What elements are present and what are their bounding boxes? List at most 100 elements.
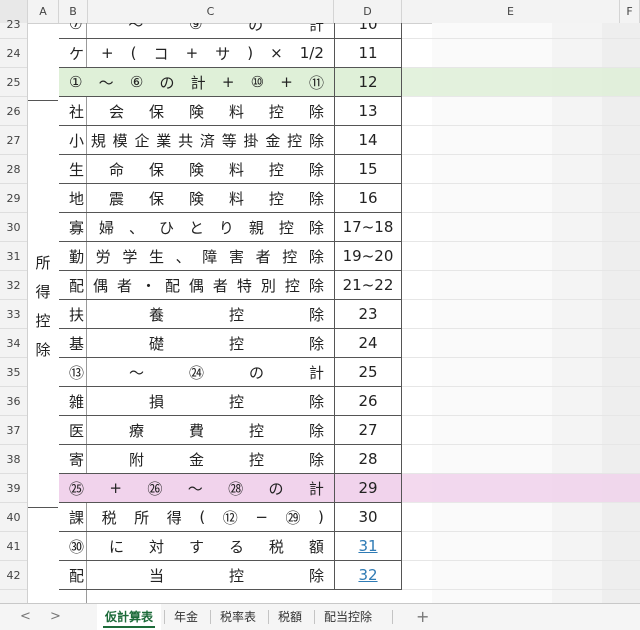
value-cell[interactable]: [402, 68, 640, 97]
value-cell[interactable]: [402, 445, 640, 474]
item-label-cell[interactable]: ⑦ 〜 ⑨ の 計: [59, 23, 334, 39]
item-label-cell[interactable]: 課税所得 (⑫ − ㉙): [59, 503, 334, 532]
item-label-cell[interactable]: 社会保険料控除: [59, 97, 334, 126]
ref-number-cell[interactable]: 10: [334, 23, 402, 39]
row-header[interactable]: 34: [0, 329, 27, 358]
item-label-cell[interactable]: 小規模企業共済等掛金控除: [59, 126, 334, 155]
value-cell[interactable]: [402, 213, 640, 242]
ref-number-cell[interactable]: 15: [334, 155, 402, 184]
column-header-c[interactable]: C: [88, 0, 334, 23]
value-cell[interactable]: [402, 184, 640, 213]
item-label-cell[interactable]: 勤労学生、障害者控除: [59, 242, 334, 271]
row-header[interactable]: 35: [0, 358, 27, 387]
value-cell[interactable]: [402, 39, 640, 68]
ref-number-cell[interactable]: 27: [334, 416, 402, 445]
ref-number-cell[interactable]: 28: [334, 445, 402, 474]
item-label-cell[interactable]: 雑損控除: [59, 387, 334, 416]
item-label-cell[interactable]: ⑬ 〜 ㉔ の 計: [59, 358, 334, 387]
item-label-cell[interactable]: 寄附金控除: [59, 445, 334, 474]
ref-number-cell[interactable]: 29: [334, 474, 402, 503]
row-header[interactable]: 33: [0, 300, 27, 329]
prev-sheet-button[interactable]: <: [20, 604, 31, 630]
row-header[interactable]: 26: [0, 97, 27, 126]
value-cell[interactable]: [402, 126, 640, 155]
row-header[interactable]: 32: [0, 271, 27, 300]
ref-number-link[interactable]: 31: [334, 532, 402, 561]
ref-number-cell[interactable]: 21~22: [334, 271, 402, 300]
value-cell[interactable]: [402, 97, 640, 126]
sheet-tab-provisional-calc[interactable]: 仮計算表: [97, 604, 162, 630]
ref-number-cell[interactable]: 17~18: [334, 213, 402, 242]
ref-number-cell[interactable]: 25: [334, 358, 402, 387]
sheet-tab-dividend-deduction[interactable]: 配当控除: [316, 604, 380, 630]
ref-number-cell[interactable]: 23: [334, 300, 402, 329]
row-header[interactable]: 24: [0, 39, 27, 68]
value-cell[interactable]: [402, 242, 640, 271]
next-sheet-button[interactable]: >: [50, 604, 61, 630]
value-cell[interactable]: [402, 155, 640, 184]
item-label-part: 除: [308, 421, 324, 440]
item-label-cell[interactable]: ① 〜 ⑥ の計 + ⑩ + ⑪: [59, 68, 334, 97]
item-label-part: 金: [265, 131, 281, 150]
item-label-cell[interactable]: ㉚ に 対 す る 税 額: [59, 532, 334, 561]
row-header[interactable]: 31: [0, 242, 27, 271]
sheet-grid[interactable]: ⑦ 〜 ⑨ の計 10 ケ +(コ + サ) × 1/2 11 ① 〜 ⑥ の計 + ⑩ + ⑪ 12 社会保険料控除 13…: [28, 23, 640, 603]
item-label-cell[interactable]: ケ + (コ + サ) × 1/2: [59, 39, 334, 68]
value-cell[interactable]: [402, 474, 640, 503]
value-cell[interactable]: [402, 271, 640, 300]
row-header[interactable]: 40: [0, 503, 27, 532]
value-cell[interactable]: [402, 416, 640, 445]
sheet-tab-pension[interactable]: 年金: [166, 604, 206, 630]
ref-number-cell[interactable]: 26: [334, 387, 402, 416]
row-header[interactable]: 42: [0, 561, 27, 590]
ref-number-cell[interactable]: 11: [334, 39, 402, 68]
item-label-part: 計: [308, 363, 324, 382]
ref-number-cell[interactable]: 30: [334, 503, 402, 532]
ref-number-cell[interactable]: 12: [334, 68, 402, 97]
column-header-b[interactable]: B: [59, 0, 88, 23]
item-label-cell[interactable]: 扶養控除: [59, 300, 334, 329]
column-header-e[interactable]: E: [402, 0, 620, 23]
item-label-cell[interactable]: 寡婦、ひとり親控除: [59, 213, 334, 242]
row-header[interactable]: 30: [0, 213, 27, 242]
row-header[interactable]: 38: [0, 445, 27, 474]
row-header[interactable]: 27: [0, 126, 27, 155]
ref-number-cell[interactable]: 14: [334, 126, 402, 155]
row-header[interactable]: 36: [0, 387, 27, 416]
item-label-cell[interactable]: 医療費控除: [59, 416, 334, 445]
add-sheet-button[interactable]: +: [416, 604, 429, 630]
value-cell[interactable]: [402, 503, 640, 532]
item-label-cell[interactable]: 地震保険料控除: [59, 184, 334, 213]
ref-number-cell[interactable]: 13: [334, 97, 402, 126]
value-cell[interactable]: [402, 387, 640, 416]
ref-number-cell[interactable]: 16: [334, 184, 402, 213]
item-label-cell[interactable]: 生命保険料控除: [59, 155, 334, 184]
row-header[interactable]: 39: [0, 474, 27, 503]
row-header[interactable]: 37: [0, 416, 27, 445]
value-cell[interactable]: [402, 358, 640, 387]
column-header-d[interactable]: D: [334, 0, 402, 23]
ref-number-cell[interactable]: 19~20: [334, 242, 402, 271]
value-cell[interactable]: [402, 329, 640, 358]
row-header[interactable]: 28: [0, 155, 27, 184]
item-label-part: (: [199, 508, 206, 526]
row-header[interactable]: 25: [0, 68, 27, 97]
row-header[interactable]: 23: [0, 10, 27, 39]
row-header[interactable]: 41: [0, 532, 27, 561]
item-label-cell[interactable]: 配当控除: [59, 561, 334, 590]
value-cell[interactable]: [402, 561, 640, 590]
column-header-f[interactable]: F: [620, 0, 640, 23]
value-cell[interactable]: [402, 532, 640, 561]
sheet-tab-tax-rate[interactable]: 税率表: [212, 604, 264, 630]
item-label-cell[interactable]: ㉕ + ㉖ 〜 ㉘ の 計: [59, 474, 334, 503]
item-label-part: 基: [69, 334, 85, 353]
row-header[interactable]: 29: [0, 184, 27, 213]
value-cell[interactable]: [402, 300, 640, 329]
value-cell[interactable]: [402, 23, 640, 39]
item-label-cell[interactable]: 配偶者・配偶者特別控除: [59, 271, 334, 300]
column-header-a[interactable]: A: [28, 0, 59, 23]
sheet-tab-tax-amount[interactable]: 税額: [270, 604, 310, 630]
ref-number-link[interactable]: 32: [334, 561, 402, 590]
ref-number-cell[interactable]: 24: [334, 329, 402, 358]
item-label-cell[interactable]: 基礎控除: [59, 329, 334, 358]
